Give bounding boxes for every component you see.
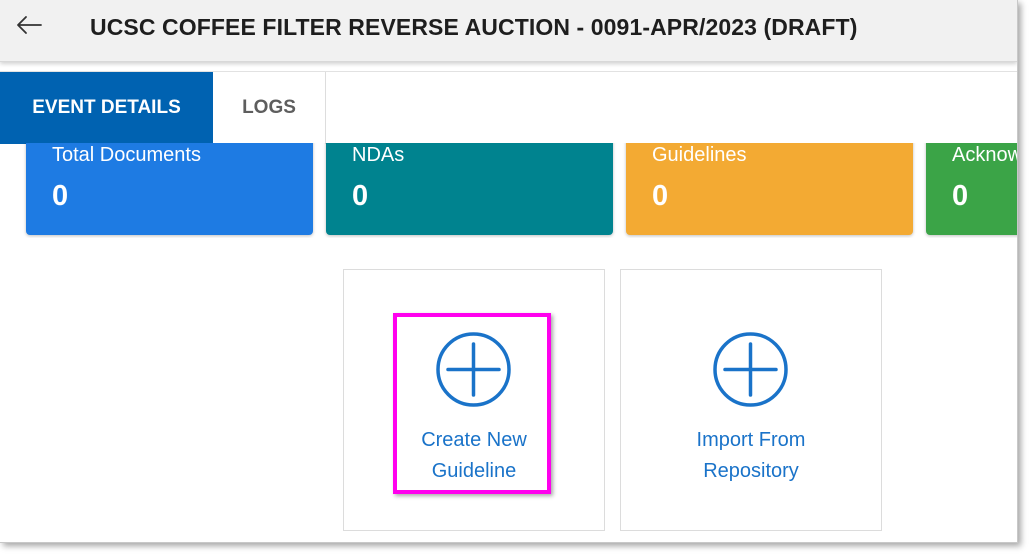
tab-event-details[interactable]: EVENT DETAILS	[0, 72, 213, 144]
card-count: 0	[52, 180, 69, 212]
import-from-repository-button[interactable]: Import From Repository	[620, 269, 882, 531]
plus-circle-icon	[713, 332, 788, 407]
tab-logs[interactable]: LOGS	[213, 72, 326, 144]
page-title: UCSC COFFEE FILTER REVERSE AUCTION - 009…	[90, 14, 858, 40]
card-label: Guidelines	[652, 144, 747, 166]
action-label: Import From Repository	[621, 425, 881, 487]
arrow-left-icon	[17, 16, 42, 34]
card-label: Total Documents	[52, 144, 201, 166]
action-label-line1: Import From	[696, 429, 806, 451]
back-button[interactable]	[14, 10, 44, 40]
card-acknowledgements[interactable]: Acknow 0	[926, 143, 1017, 235]
tab-bar: EVENT DETAILS LOGS	[0, 71, 1017, 144]
app-window: UCSC COFFEE FILTER REVERSE AUCTION - 009…	[0, 0, 1018, 543]
card-ndas[interactable]: NDAs 0	[326, 143, 613, 235]
summary-cards: Total Documents 0 NDAs 0 Guidelines 0 Ac…	[0, 143, 1017, 238]
card-count: 0	[652, 180, 669, 212]
page-header: UCSC COFFEE FILTER REVERSE AUCTION - 009…	[0, 0, 1017, 62]
action-label-line2: Repository	[703, 460, 799, 482]
card-label: Acknow	[952, 144, 1017, 166]
card-count: 0	[952, 180, 969, 212]
card-guidelines[interactable]: Guidelines 0	[626, 143, 913, 235]
card-label: NDAs	[352, 144, 405, 166]
highlight-box	[393, 313, 551, 494]
card-total-documents[interactable]: Total Documents 0	[26, 143, 313, 235]
card-count: 0	[352, 180, 369, 212]
